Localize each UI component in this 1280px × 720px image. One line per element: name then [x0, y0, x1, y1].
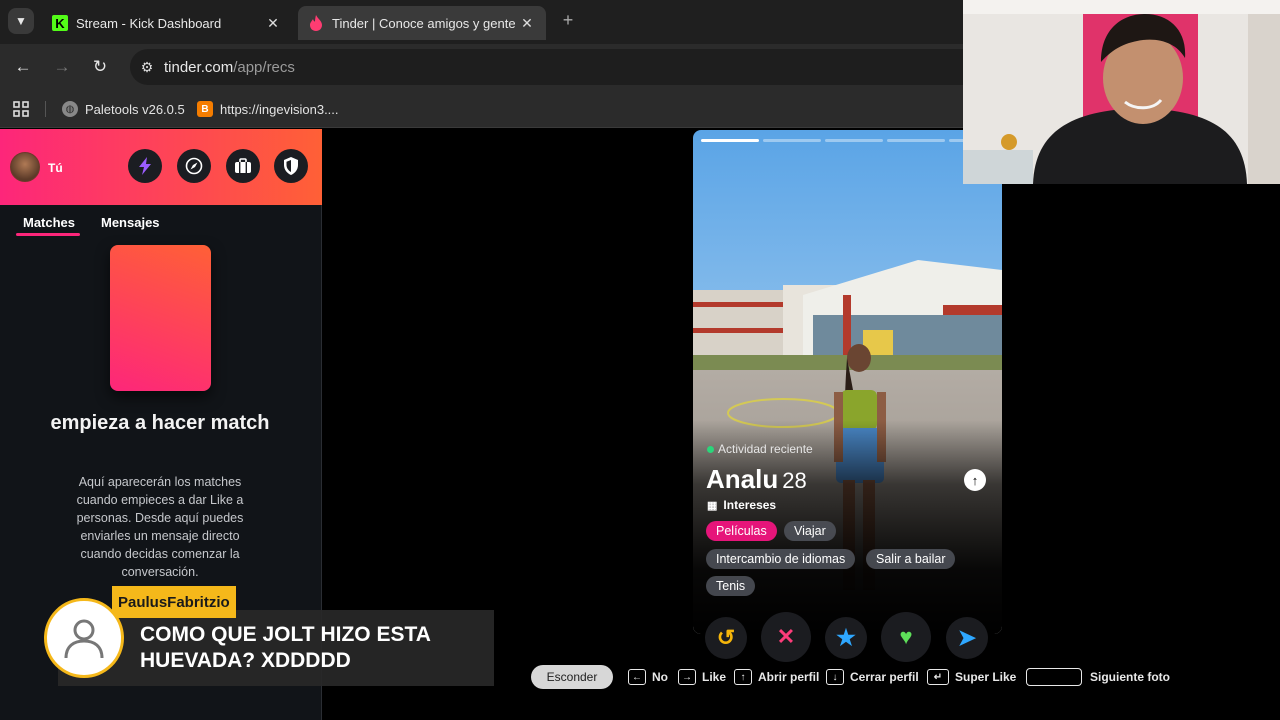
bookmark-label: https://ingevision3.... [220, 101, 339, 117]
arrow-right-icon: → [678, 669, 696, 685]
interest-chip: Intercambio de idiomas [706, 549, 856, 569]
online-dot-icon [707, 445, 714, 453]
nope-button[interactable]: ✕ [761, 612, 811, 662]
enter-key-icon: ↵ [927, 669, 949, 685]
chat-alert-overlay: PaulusFabritzio COMO QUE JOLT HIZO ESTA … [44, 586, 494, 688]
interest-chip: Salir a bailar [866, 549, 956, 569]
boost-icon[interactable] [128, 149, 162, 183]
kick-icon: K [52, 15, 68, 31]
reload-button[interactable]: ↻ [87, 54, 113, 80]
arrow-up-icon: ↑ [734, 669, 752, 685]
webcam-feed [963, 0, 1280, 184]
photo-progress [825, 139, 883, 142]
arrow-left-icon: ← [628, 669, 646, 685]
interest-chip-shared: Películas [706, 521, 777, 541]
shortcut-open-profile: ↑ Abrir perfil [734, 668, 819, 686]
like-button[interactable]: ♥ [881, 612, 931, 662]
activity-status: Actividad reciente [707, 442, 813, 456]
shortcut-label: Abrir perfil [758, 670, 820, 684]
bookmark-paletools[interactable]: ◍ Paletools v26.0.5 [62, 99, 185, 119]
shortcut-label: Cerrar perfil [850, 670, 919, 684]
interests-grid-icon: ▦ [707, 499, 718, 512]
photo-progress-active [701, 139, 759, 142]
shortcut-label: No [652, 670, 668, 684]
interest-chip: Tenis [706, 576, 756, 596]
chat-message: COMO QUE JOLT HIZO ESTA HUEVADA? XDDDDD [140, 623, 431, 672]
divider [45, 101, 46, 117]
interest-chip: Viajar [784, 521, 836, 541]
briefcase-icon[interactable] [226, 149, 260, 183]
shortcut-like: → Like [678, 668, 726, 686]
boost-button[interactable]: ➤ [946, 617, 988, 659]
new-tab-button[interactable]: + [558, 10, 578, 30]
arrow-down-icon: ↓ [826, 669, 844, 685]
active-tab-indicator [16, 233, 80, 236]
profile-card[interactable]: Actividad reciente Analu 28 ↑ ▦ Intereses… [693, 130, 1002, 634]
avatar[interactable] [10, 152, 40, 182]
profile-age: 28 [782, 468, 807, 493]
interests-header: ▦ Intereses [707, 498, 776, 512]
tab-kick-dashboard[interactable]: K Stream - Kick Dashboard ✕ [42, 6, 292, 40]
shortcut-label: Like [702, 670, 727, 684]
send-icon: ➤ [957, 625, 977, 650]
shortcut-label: Super Like [955, 670, 1017, 684]
close-tab-icon[interactable]: ✕ [518, 15, 536, 32]
hide-shortcuts-button[interactable]: Esconder [531, 665, 613, 689]
tinder-flame-icon [308, 15, 324, 31]
shortcut-label: Siguiente foto [1090, 670, 1170, 684]
webcam-overlay [963, 0, 1280, 184]
sidebar-header: Tú [0, 129, 322, 205]
tab-messages[interactable]: Mensajes [101, 215, 160, 230]
profile-label[interactable]: Tú [48, 161, 63, 175]
empty-state-description: Aquí aparecerán los matches cuando empie… [76, 475, 244, 579]
shortcut-super-like: ↵ Super Like [927, 668, 1016, 686]
photo-progress [763, 139, 821, 142]
explore-icon[interactable] [177, 149, 211, 183]
chat-username: PaulusFabritzio [112, 586, 236, 618]
rewind-button[interactable]: ↺ [705, 617, 747, 659]
shortcut-close-profile: ↓ Cerrar perfil [826, 668, 919, 686]
interests-label: Intereses [723, 498, 777, 512]
super-like-button[interactable]: ★ [825, 617, 867, 659]
profile-name: Analu 28 [706, 464, 807, 495]
bookmark-label: Paletools v26.0.5 [85, 101, 185, 117]
activity-label: Actividad reciente [718, 442, 813, 456]
empty-match-placeholder [110, 245, 211, 391]
user-avatar-icon [44, 598, 124, 678]
apps-grid-icon[interactable] [12, 99, 30, 119]
photo-progress [887, 139, 945, 142]
site-settings-icon[interactable]: ⚙ [130, 59, 164, 76]
bookmark-ingevision[interactable]: B https://ingevision3.... [197, 99, 339, 119]
shortcut-next-photo: Siguiente foto [1026, 668, 1170, 686]
x-icon: ✕ [776, 624, 796, 649]
tab-title: Stream - Kick Dashboard [76, 15, 222, 31]
tab-search-button[interactable]: ▼ [8, 8, 34, 34]
profile-name-text: Analu [706, 464, 779, 494]
spacebar-key-icon [1026, 668, 1082, 686]
url-text: tinder.com/app/recs [164, 58, 295, 76]
star-icon: ★ [836, 625, 856, 650]
open-profile-button[interactable]: ↑ [964, 469, 986, 491]
shield-icon[interactable] [274, 149, 308, 183]
empty-state-title: empieza a hacer match [50, 412, 270, 434]
tab-tinder[interactable]: Tinder | Conoce amigos y gente ✕ [298, 6, 546, 40]
shortcut-no: ← No [628, 668, 668, 686]
tab-title: Tinder | Conoce amigos y gente [332, 15, 516, 31]
forward-button[interactable]: → [49, 54, 75, 80]
heart-icon: ♥ [899, 624, 913, 649]
back-button[interactable]: ← [10, 54, 36, 80]
blogger-icon: B [197, 101, 213, 117]
rewind-icon: ↺ [716, 625, 736, 650]
globe-icon: ◍ [62, 101, 78, 117]
close-tab-icon[interactable]: ✕ [264, 15, 282, 32]
tab-matches[interactable]: Matches [23, 215, 75, 230]
